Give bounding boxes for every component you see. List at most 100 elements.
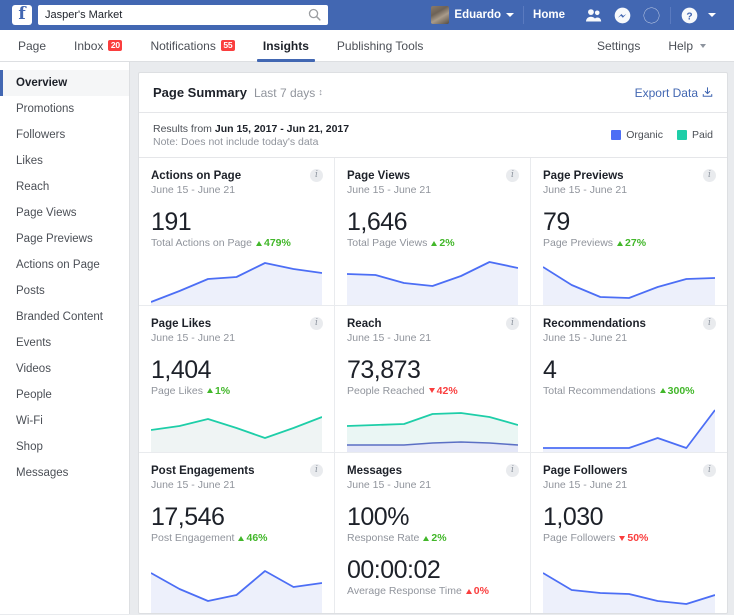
tab-insights[interactable]: Insights	[249, 30, 323, 61]
search-input[interactable]	[38, 5, 328, 25]
sidebar-item-wifi[interactable]: Wi-Fi	[0, 408, 129, 434]
sparkline-chart	[151, 253, 322, 305]
date-range-select[interactable]: Last 7 days ↕	[254, 86, 323, 100]
metric-card-actions-on-page[interactable]: i Actions on Page June 15 - June 21 191 …	[139, 158, 335, 306]
tab-page[interactable]: Page	[14, 30, 60, 61]
sidebar-item-messages[interactable]: Messages	[0, 460, 129, 486]
card-delta-secondary: 0%	[466, 585, 489, 597]
trend-up-icon	[617, 241, 623, 246]
export-data-label: Export Data	[635, 86, 698, 100]
info-icon[interactable]: i	[506, 317, 519, 330]
sidebar-item-overview[interactable]: Overview	[0, 70, 129, 96]
friend-requests-icon[interactable]	[585, 7, 602, 24]
sidebar-item-branded-content[interactable]: Branded Content	[0, 304, 129, 330]
info-icon[interactable]: i	[703, 317, 716, 330]
card-value-secondary: 00:00:02	[347, 556, 518, 584]
sidebar-item-posts[interactable]: Posts	[0, 278, 129, 304]
tab-settings[interactable]: Settings	[593, 30, 654, 61]
sidebar-item-shop[interactable]: Shop	[0, 434, 129, 460]
legend-label: Paid	[692, 129, 713, 141]
facebook-top-bar: f Eduardo Home ?	[0, 0, 734, 30]
notifications-globe-icon[interactable]	[643, 7, 660, 24]
search-icon[interactable]	[308, 8, 321, 21]
results-range-text: Results from Jun 15, 2017 - Jun 21, 2017	[153, 122, 349, 136]
card-value: 1,030	[543, 503, 715, 531]
trend-up-icon	[207, 388, 213, 393]
sparkline-chart	[543, 253, 715, 305]
search-box[interactable]	[38, 5, 328, 25]
tab-label: Notifications	[150, 39, 215, 53]
card-delta: 2%	[423, 532, 446, 544]
card-metric-label: Page Previews	[543, 237, 613, 249]
sidebar-item-people[interactable]: People	[0, 382, 129, 408]
metric-card-messages[interactable]: i Messages June 15 - June 21 100% Respon…	[335, 453, 531, 613]
tab-inbox[interactable]: Inbox 20	[60, 30, 136, 61]
sidebar-item-actions-on-page[interactable]: Actions on Page	[0, 252, 129, 278]
card-range: June 15 - June 21	[543, 479, 715, 491]
sidebar-item-likes[interactable]: Likes	[0, 148, 129, 174]
sidebar-item-events[interactable]: Events	[0, 330, 129, 356]
trend-down-icon	[429, 388, 435, 393]
card-delta-value-secondary: 0%	[474, 585, 489, 597]
tab-notifications[interactable]: Notifications 55	[136, 30, 248, 61]
tab-label: Settings	[597, 39, 640, 53]
info-icon[interactable]: i	[703, 169, 716, 182]
metric-card-page-previews[interactable]: i Page Previews June 15 - June 21 79 Pag…	[531, 158, 727, 306]
card-title: Page Views	[347, 170, 518, 182]
tab-publishing-tools[interactable]: Publishing Tools	[323, 30, 438, 61]
sidebar-item-promotions[interactable]: Promotions	[0, 96, 129, 122]
card-title: Messages	[347, 465, 518, 477]
account-caret-icon[interactable]	[708, 13, 716, 17]
results-text-block: Results from Jun 15, 2017 - Jun 21, 2017…	[153, 122, 349, 148]
card-range: June 15 - June 21	[151, 332, 322, 344]
card-delta: 2%	[431, 237, 454, 249]
metric-card-page-followers[interactable]: i Page Followers June 15 - June 21 1,030…	[531, 453, 727, 613]
card-delta-value: 300%	[668, 385, 695, 397]
sparkline-chart	[543, 400, 715, 452]
facebook-logo-icon[interactable]: f	[12, 5, 32, 25]
metric-card-recommendations[interactable]: i Recommendations June 15 - June 21 4 To…	[531, 306, 727, 454]
sidebar-item-page-previews[interactable]: Page Previews	[0, 226, 129, 252]
card-delta: 300%	[660, 385, 695, 397]
metric-card-reach[interactable]: i Reach June 15 - June 21 73,873 People …	[335, 306, 531, 454]
trend-up-icon	[660, 388, 666, 393]
card-title: Post Engagements	[151, 465, 322, 477]
info-icon[interactable]: i	[506, 169, 519, 182]
metric-card-page-likes[interactable]: i Page Likes June 15 - June 21 1,404 Pag…	[139, 306, 335, 454]
help-question-icon[interactable]: ?	[681, 7, 698, 24]
download-icon	[702, 87, 713, 98]
tab-label: Insights	[263, 39, 309, 53]
messenger-icon[interactable]	[614, 7, 631, 24]
profile-menu[interactable]: Eduardo	[431, 6, 524, 24]
legend-swatch-organic	[611, 130, 621, 140]
page-tab-bar: Page Inbox 20 Notifications 55 Insights …	[0, 30, 734, 62]
sidebar-item-label: Page Previews	[16, 233, 93, 245]
tab-help[interactable]: Help	[654, 30, 720, 61]
export-data-button[interactable]: Export Data	[635, 86, 713, 100]
metric-card-page-views[interactable]: i Page Views June 15 - June 21 1,646 Tot…	[335, 158, 531, 306]
legend-swatch-paid	[677, 130, 687, 140]
sidebar-item-label: Reach	[16, 181, 49, 193]
card-metric-row: Page Likes 1%	[151, 385, 322, 397]
card-value: 79	[543, 208, 715, 236]
profile-caret-icon[interactable]	[506, 13, 514, 17]
info-icon[interactable]: i	[310, 169, 323, 182]
updown-caret-icon: ↕	[318, 88, 323, 97]
inbox-badge: 20	[108, 40, 122, 51]
sidebar-item-label: Videos	[16, 363, 51, 375]
sidebar-item-reach[interactable]: Reach	[0, 174, 129, 200]
card-metric-row-secondary: Average Response Time 0%	[347, 585, 518, 597]
metric-card-post-engagements[interactable]: i Post Engagements June 15 - June 21 17,…	[139, 453, 335, 613]
help-caret-icon[interactable]	[700, 44, 706, 48]
tab-label: Page	[18, 39, 46, 53]
sidebar-item-page-views[interactable]: Page Views	[0, 200, 129, 226]
info-icon[interactable]: i	[310, 317, 323, 330]
card-range: June 15 - June 21	[347, 479, 518, 491]
home-link[interactable]: Home	[533, 9, 565, 21]
sidebar-item-followers[interactable]: Followers	[0, 122, 129, 148]
sidebar-item-videos[interactable]: Videos	[0, 356, 129, 382]
tab-label: Publishing Tools	[337, 39, 424, 53]
card-metric-row: Total Actions on Page 479%	[151, 237, 322, 249]
card-delta-value: 479%	[264, 237, 291, 249]
chart-legend: Organic Paid	[611, 129, 713, 141]
